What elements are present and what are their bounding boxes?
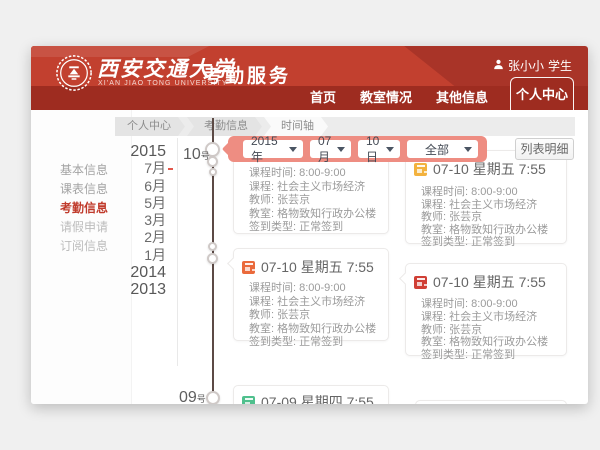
select-value: 全部 [425,141,449,158]
card-field-签到类型: 签到类型: 正常签到 [249,336,388,350]
list-detail-button[interactable]: 列表明细 [515,138,574,160]
card-field-课程: 课程: 社会主义市场经济 [421,199,566,212]
user-info[interactable]: 张小小 学生 [493,57,572,74]
axis-2013[interactable]: 2013 [100,281,166,298]
card-body: 课程时间: 8:00-9:00课程: 社会主义市场经济教师: 张芸京教室: 格物… [406,292,566,362]
card-field-签到类型: 签到类型: 正常签到 [421,236,566,249]
attendance-card[interactable]: 07-10 星期五 7:55 课程时间: 8:00-9:00课程: 社会主义市场… [405,150,567,244]
day-suffix: 号 [201,151,210,161]
select-value: 07月 [318,134,337,165]
day-suffix: 号 [197,394,206,404]
attendance-status-icon [414,163,427,176]
user-name: 张小小 [508,57,544,74]
day-marker-bottom: 09号 [179,389,206,404]
select-value: 2015年 [251,134,289,165]
card-field-教师: 教师: 张芸京 [249,194,388,208]
app-header: 西安交通大学 XI'AN JIAO TONG UNIVERSITY 考勤服务 张… [31,46,588,110]
axis-separator [177,138,178,366]
attendance-status-icon [414,276,427,289]
card-field-课程: 课程: 社会主义市场经济 [249,296,388,310]
filter-bar: 2015年 07月 10日 全部 [228,136,487,162]
card-field-课程时间: 课程时间: 8:00-9:00 [421,186,566,199]
card-field-课程: 课程: 社会主义市场经济 [249,181,388,195]
select-value: 10日 [366,134,386,165]
timeline-node [206,391,220,404]
nav-item-classrooms[interactable]: 教室情况 [358,86,414,110]
attendance-card[interactable]: 07-10 星期五 7:55 课程时间: 8:00-9:00课程: 社会主义市场… [233,248,389,341]
chevron-down-icon [289,147,297,152]
card-field-教室: 教室: 格物致知行政办公楼 [421,224,566,237]
timeline-node [209,168,217,176]
card-field-教师: 教师: 张芸京 [249,309,388,323]
card-field-教室: 教室: 格物致知行政办公楼 [249,323,388,337]
university-seal-logo [55,54,93,92]
breadcrumb: 个人中心考勤信息时间轴 [115,117,575,136]
card-field-课程时间: 课程时间: 8:00-9:00 [249,282,388,296]
card-header: 07-10 星期五 7:55 [406,264,566,292]
card-title: 07-10 星期五 7:55 [433,272,546,292]
day-number: 09 [179,389,197,404]
card-field-教师: 教师: 张芸京 [421,211,566,224]
axis-3月[interactable]: 3月 [100,212,166,229]
axis-1月[interactable]: 1月 [100,247,166,264]
filter-bar-arrow [222,142,236,156]
card-header: 07-10 星期五 7:55 [234,249,388,277]
card-title: 07-10 星期五 7:55 [433,159,546,179]
attendance-status-icon [242,261,255,274]
app-title: 考勤服务 [203,61,291,88]
card-field-课程: 课程: 社会主义市场经济 [421,311,566,324]
chevron-down-icon [464,147,472,152]
attendance-card[interactable]: 07-09 星期四 7:55 [233,385,389,404]
nav-item-home[interactable]: 首页 [308,86,338,110]
main-nav: 首页教室情况其他信息个人中心 [308,77,574,110]
card-body: 课程时间: 8:00-9:00课程: 社会主义市场经济教师: 张芸京教室: 格物… [234,277,388,350]
month-select[interactable]: 07月 [310,140,351,158]
card-field-签到类型: 签到类型: 正常签到 [421,349,566,362]
axis-6月[interactable]: 6月 [100,178,166,195]
card-title: 07-09 星期四 7:55 [261,392,374,404]
card-field-教室: 教室: 格物致知行政办公楼 [421,336,566,349]
timeline-node [207,253,218,264]
year-select[interactable]: 2015年 [243,140,303,158]
chevron-down-icon [337,147,345,152]
axis-2014[interactable]: 2014 [100,264,166,281]
attendance-card-partial[interactable] [415,400,567,404]
axis-7月[interactable]: 7月 [100,160,166,177]
day-select[interactable]: 10日 [358,140,400,158]
nav-item-other-info[interactable]: 其他信息 [434,86,490,110]
axis-2月[interactable]: 2月 [100,229,166,246]
card-body: 课程时间: 8:00-9:00课程: 社会主义市场经济教师: 张芸京教室: 格物… [406,179,566,249]
year-month-axis: 20157月6月5月3月2月1月20142013 [100,143,166,299]
day-marker-top: 10号 [183,146,210,164]
user-role: 学生 [548,57,572,74]
app-window: 西安交通大学 XI'AN JIAO TONG UNIVERSITY 考勤服务 张… [31,46,588,404]
card-field-课程时间: 课程时间: 8:00-9:00 [249,167,388,181]
card-field-教师: 教师: 张芸京 [421,324,566,337]
chevron-down-icon [386,147,394,152]
day-number: 10 [183,146,201,163]
card-header: 07-09 星期四 7:55 [234,386,388,404]
attendance-card[interactable]: 07-10 星期五 7:55 课程时间: 8:00-9:00课程: 社会主义市场… [405,263,567,356]
current-month-tick [168,168,173,170]
type-select[interactable]: 全部 [407,140,478,158]
attendance-status-icon [242,396,255,405]
card-title: 07-10 星期五 7:55 [261,257,374,277]
axis-2015[interactable]: 2015 [100,143,166,160]
timeline-node [208,242,217,251]
axis-5月[interactable]: 5月 [100,195,166,212]
breadcrumb-personal-center[interactable]: 个人中心 [115,117,185,136]
page-background: 西安交通大学 XI'AN JIAO TONG UNIVERSITY 考勤服务 张… [0,0,600,450]
card-field-签到类型: 签到类型: 正常签到 [249,221,388,235]
card-field-课程时间: 课程时间: 8:00-9:00 [421,298,566,311]
card-field-教室: 教室: 格物致知行政办公楼 [249,208,388,222]
nav-item-personal-center[interactable]: 个人中心 [510,77,574,110]
user-icon [493,59,504,73]
